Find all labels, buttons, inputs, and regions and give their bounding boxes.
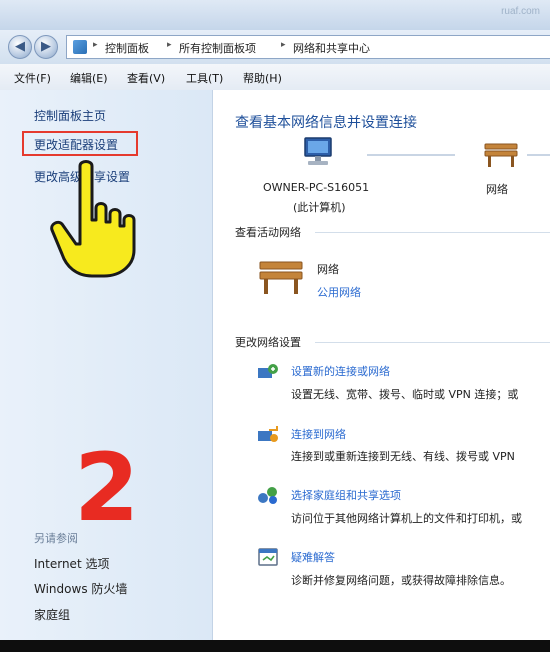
breadcrumb-separator: ▸ xyxy=(281,40,286,50)
step-number: 2 xyxy=(74,434,140,543)
address-field[interactable]: ▸ 控制面板 ▸ 所有控制面板项 ▸ 网络和共享中心 xyxy=(66,35,550,59)
back-button[interactable]: ◀ xyxy=(8,35,32,59)
active-network-name: 网络 xyxy=(317,263,339,276)
connect-network-desc: 连接到或重新连接到无线、有线、拨号或 VPN xyxy=(291,450,515,463)
screenshot: ruaf.com ◀ ▶ ▸ 控制面板 ▸ 所有控制面板项 ▸ 网络和共享中心 … xyxy=(0,0,550,652)
menu-edit[interactable]: 编辑(E) xyxy=(70,70,108,86)
internet-connection-line xyxy=(527,154,550,156)
homegroup-sharing-desc: 访问位于其他网络计算机上的文件和打印机，或 xyxy=(291,512,522,525)
network-bench-icon xyxy=(484,143,518,167)
change-adapter-settings-link[interactable]: 更改适配器设置 xyxy=(34,136,118,153)
new-connection-icon xyxy=(258,364,278,378)
menu-view[interactable]: 查看(V) xyxy=(127,70,165,86)
setup-new-connection-link[interactable]: 设置新的连接或网络 xyxy=(291,363,390,379)
main-content-pane: 查看基本网络信息并设置连接 OWNER-PC-S16051 (此计算机) 网络 … xyxy=(213,90,550,652)
frame-bottom-edge xyxy=(0,640,550,652)
change-settings-title: 更改网络设置 xyxy=(235,336,301,349)
internet-options-link[interactable]: Internet 选项 xyxy=(34,555,109,572)
homegroup-icon xyxy=(258,487,277,504)
control-panel-icon xyxy=(73,40,87,54)
computer-name: OWNER-PC-S16051 xyxy=(263,181,370,194)
control-panel-home-link[interactable]: 控制面板主页 xyxy=(34,107,106,124)
menu-help[interactable]: 帮助(H) xyxy=(243,70,282,86)
connection-line xyxy=(367,154,455,156)
homegroup-sharing-link[interactable]: 选择家庭组和共享选项 xyxy=(291,487,401,503)
troubleshoot-icon xyxy=(258,548,278,566)
pointing-hand-icon xyxy=(50,160,136,278)
homegroup-link[interactable]: 家庭组 xyxy=(34,606,70,623)
section-divider xyxy=(315,232,550,233)
see-also-title: 另请参阅 xyxy=(34,532,78,545)
connect-network-link[interactable]: 连接到网络 xyxy=(291,426,346,442)
computer-subtitle: (此计算机) xyxy=(293,201,346,214)
section-divider xyxy=(315,342,550,343)
forward-button[interactable]: ▶ xyxy=(34,35,58,59)
breadcrumb-separator: ▸ xyxy=(167,40,172,50)
troubleshoot-link[interactable]: 疑难解答 xyxy=(291,549,335,565)
active-network-bench-icon xyxy=(259,261,303,294)
left-navigation-pane: 控制面板主页 更改适配器设置 更改高级共享设置 2 另请参阅 Internet … xyxy=(0,90,213,652)
breadcrumb-control-panel[interactable]: 控制面板 xyxy=(105,40,149,56)
setup-new-connection-desc: 设置无线、宽带、拨号、临时或 VPN 连接；或 xyxy=(291,388,519,401)
menu-tools[interactable]: 工具(T) xyxy=(186,70,223,86)
watermark-text: ruaf.com xyxy=(501,6,540,17)
breadcrumb-separator: ▸ xyxy=(93,40,98,50)
active-networks-title: 查看活动网络 xyxy=(235,226,301,239)
connect-network-icon xyxy=(258,426,278,442)
menu-bar: 文件(F) 编辑(E) 查看(V) 工具(T) 帮助(H) xyxy=(0,64,550,91)
page-title: 查看基本网络信息并设置连接 xyxy=(235,115,417,131)
network-label: 网络 xyxy=(486,183,508,196)
breadcrumb-network-center[interactable]: 网络和共享中心 xyxy=(293,40,370,56)
breadcrumb-all-items[interactable]: 所有控制面板项 xyxy=(179,40,256,56)
computer-icon xyxy=(304,137,332,165)
troubleshoot-desc: 诊断并修复网络问题，或获得故障排除信息。 xyxy=(291,574,511,587)
menu-file[interactable]: 文件(F) xyxy=(14,70,51,86)
address-bar-area: ◀ ▶ ▸ 控制面板 ▸ 所有控制面板项 ▸ 网络和共享中心 xyxy=(0,30,550,65)
window-titlebar: ruaf.com xyxy=(0,0,550,30)
network-type-link[interactable]: 公用网络 xyxy=(317,284,361,300)
windows-firewall-link[interactable]: Windows 防火墙 xyxy=(34,580,127,597)
